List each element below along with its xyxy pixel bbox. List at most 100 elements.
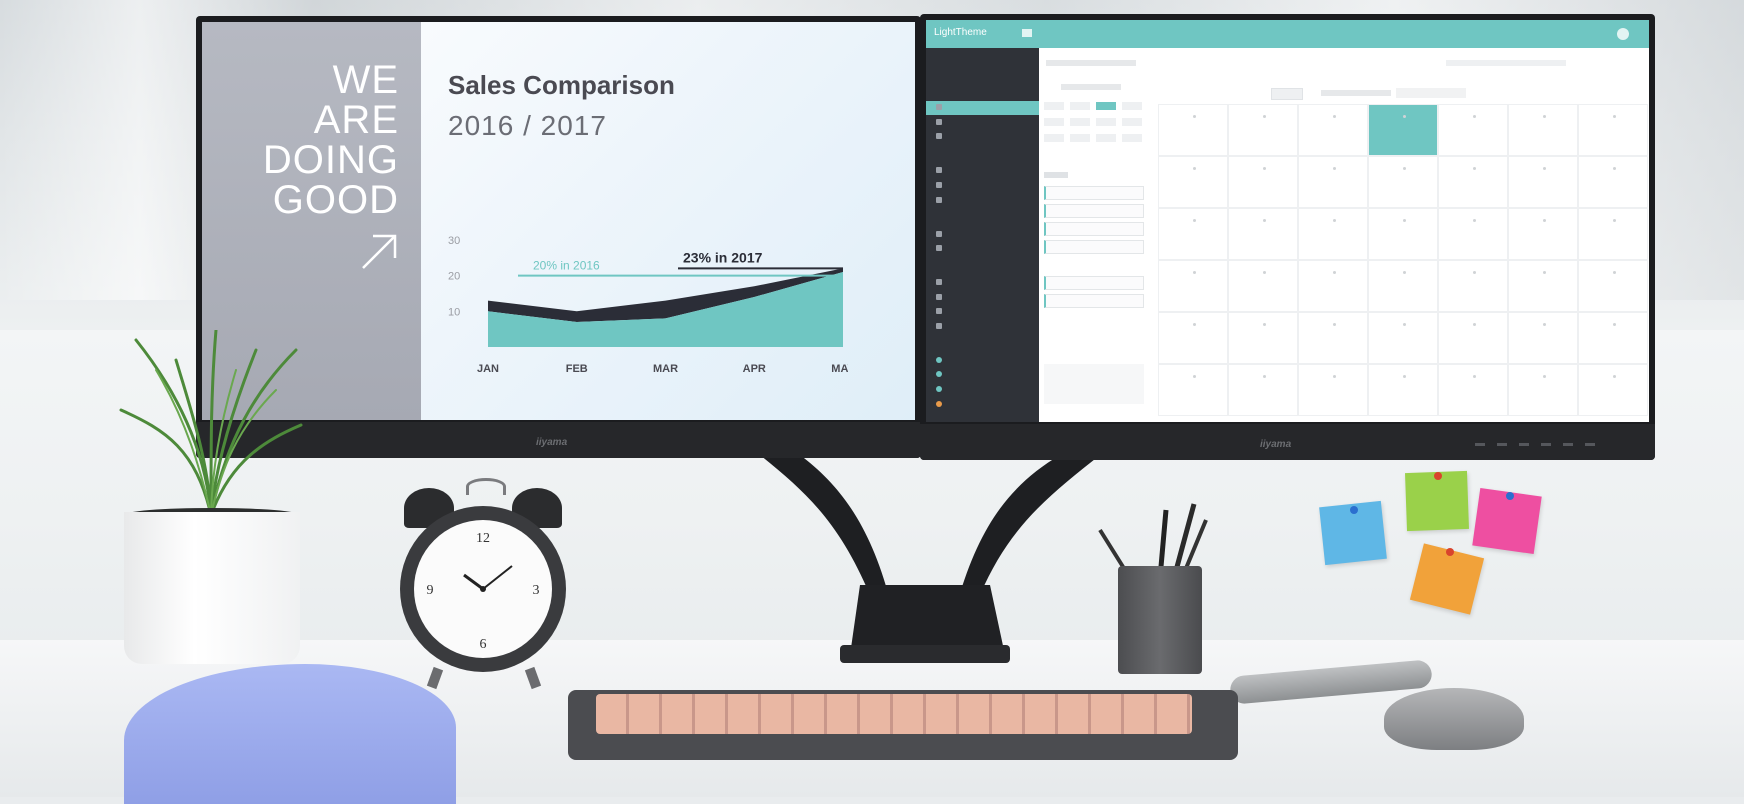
sidebar-item[interactable] <box>936 230 946 240</box>
x-tick-label: APR <box>743 363 766 375</box>
mini-calendar-cell[interactable] <box>1096 118 1116 126</box>
calendar-day-cell[interactable] <box>1578 208 1648 260</box>
sidebar-item[interactable] <box>936 278 946 288</box>
calendar-day-cell[interactable] <box>1438 104 1508 156</box>
app-logo[interactable]: LightTheme <box>934 27 987 38</box>
calendar-day-cell[interactable] <box>1158 260 1228 312</box>
sidebar-item[interactable] <box>936 166 946 176</box>
event-item[interactable] <box>1044 294 1144 308</box>
sidebar-item[interactable] <box>936 103 946 113</box>
calendar-day-cell[interactable] <box>1298 156 1368 208</box>
breadcrumb[interactable] <box>1046 60 1136 66</box>
calendar-day-cell[interactable] <box>1508 208 1578 260</box>
event-dot-icon <box>936 386 942 393</box>
sidebar-item[interactable] <box>936 118 946 128</box>
sidebar-item[interactable] <box>936 196 946 206</box>
calendar-day-cell[interactable] <box>1508 104 1578 156</box>
calendar-day-cell[interactable] <box>1508 156 1578 208</box>
calendar-day-cell[interactable] <box>1228 364 1298 416</box>
mini-calendar-cell[interactable] <box>1044 134 1064 142</box>
calendar-day-cell[interactable] <box>1158 104 1228 156</box>
calendar-day-cell[interactable] <box>1578 312 1648 364</box>
sidebar-item[interactable] <box>936 132 946 142</box>
event-item[interactable] <box>1044 186 1144 200</box>
sidebar-item[interactable] <box>936 322 946 332</box>
mini-calendar-cell[interactable] <box>1122 118 1142 126</box>
sidebar-item[interactable] <box>936 400 946 410</box>
mini-calendar[interactable] <box>1044 102 1154 162</box>
monitor-buttons[interactable] <box>1475 443 1605 446</box>
calendar-day-cell[interactable] <box>1578 156 1648 208</box>
calendar-day-cell[interactable] <box>1578 260 1648 312</box>
calendar-day-cell[interactable] <box>1368 312 1438 364</box>
calendar-day-cell[interactable] <box>1158 208 1228 260</box>
calendar-day-cell[interactable] <box>1508 312 1578 364</box>
calendar-day-cell[interactable] <box>1298 312 1368 364</box>
calendar-day-cell[interactable] <box>1578 364 1648 416</box>
calendar-day-cell[interactable] <box>1368 364 1438 416</box>
calendar-day-cell[interactable] <box>1508 364 1578 416</box>
mini-calendar-cell[interactable] <box>1096 134 1116 142</box>
calendar-day-cell[interactable] <box>1368 208 1438 260</box>
calendar-day-cell[interactable] <box>1438 208 1508 260</box>
calendar-day-cell[interactable] <box>1368 260 1438 312</box>
sidebar-item[interactable] <box>936 385 946 395</box>
mini-calendar-cell[interactable] <box>1070 102 1090 110</box>
calendar-day-cell[interactable] <box>1158 312 1228 364</box>
calendar-day-cell[interactable] <box>1578 104 1648 156</box>
mini-calendar-cell[interactable] <box>1070 118 1090 126</box>
calendar-day-cell[interactable] <box>1508 260 1578 312</box>
calendar-day-cell[interactable] <box>1228 208 1298 260</box>
calendar-grid[interactable] <box>1158 104 1648 422</box>
calendar-nav[interactable] <box>1271 88 1303 100</box>
calendar-day-cell[interactable] <box>1438 156 1508 208</box>
calendar-day-cell[interactable] <box>1228 104 1298 156</box>
sidebar-item[interactable] <box>936 307 946 317</box>
calendar-day-cell[interactable] <box>1298 364 1368 416</box>
sidebar-item[interactable] <box>936 293 946 303</box>
form-icon <box>936 182 942 189</box>
promo-line: DOING <box>262 138 399 182</box>
mini-calendar-cell[interactable] <box>1096 102 1116 110</box>
sidebar-item[interactable] <box>936 244 946 254</box>
keyboard-keys <box>596 694 1192 734</box>
calendar-day-cell[interactable] <box>1438 260 1508 312</box>
calendar-day-cell[interactable] <box>1158 156 1228 208</box>
calendar-day-cell[interactable] <box>1298 260 1368 312</box>
calendar-day-cell[interactable] <box>1298 104 1368 156</box>
mini-calendar-cell[interactable] <box>1044 118 1064 126</box>
sidebar-item[interactable] <box>936 356 946 366</box>
x-tick-label: JAN <box>477 363 499 375</box>
mini-calendar-cell[interactable] <box>1122 102 1142 110</box>
event-dot-icon <box>936 401 942 408</box>
day-number <box>1473 323 1476 326</box>
event-item[interactable] <box>1044 276 1144 290</box>
pin-icon <box>1506 492 1514 500</box>
calendar-view-tabs[interactable] <box>1396 88 1466 98</box>
calendar-day-cell[interactable] <box>1438 312 1508 364</box>
day-number <box>1403 219 1406 222</box>
calendar-day-cell[interactable] <box>1228 156 1298 208</box>
calendar-day-cell[interactable] <box>1438 364 1508 416</box>
event-dot-icon <box>936 371 942 378</box>
calendar-day-cell[interactable] <box>1368 156 1438 208</box>
calendar-day-cell[interactable] <box>1158 364 1228 416</box>
mini-calendar-cell[interactable] <box>1044 102 1064 110</box>
calendar-day-cell[interactable] <box>1228 260 1298 312</box>
annotation-label: 20% in 2016 <box>533 259 600 273</box>
mini-calendar-cell[interactable] <box>1122 134 1142 142</box>
calendar-title <box>1321 90 1391 96</box>
event-item[interactable] <box>1044 204 1144 218</box>
menu-icon[interactable] <box>1022 29 1032 37</box>
mini-calendar-cell[interactable] <box>1070 134 1090 142</box>
avatar[interactable] <box>1617 28 1629 40</box>
event-item[interactable] <box>1044 222 1144 236</box>
sidebar-item[interactable] <box>936 181 946 191</box>
sidebar-item[interactable] <box>936 370 946 380</box>
event-item[interactable] <box>1044 240 1144 254</box>
calendar-day-cell[interactable] <box>1368 104 1438 156</box>
calendar-day-cell[interactable] <box>1228 312 1298 364</box>
calendar-day-cell[interactable] <box>1298 208 1368 260</box>
app-sidebar <box>926 48 1039 422</box>
cart-icon <box>936 245 942 252</box>
